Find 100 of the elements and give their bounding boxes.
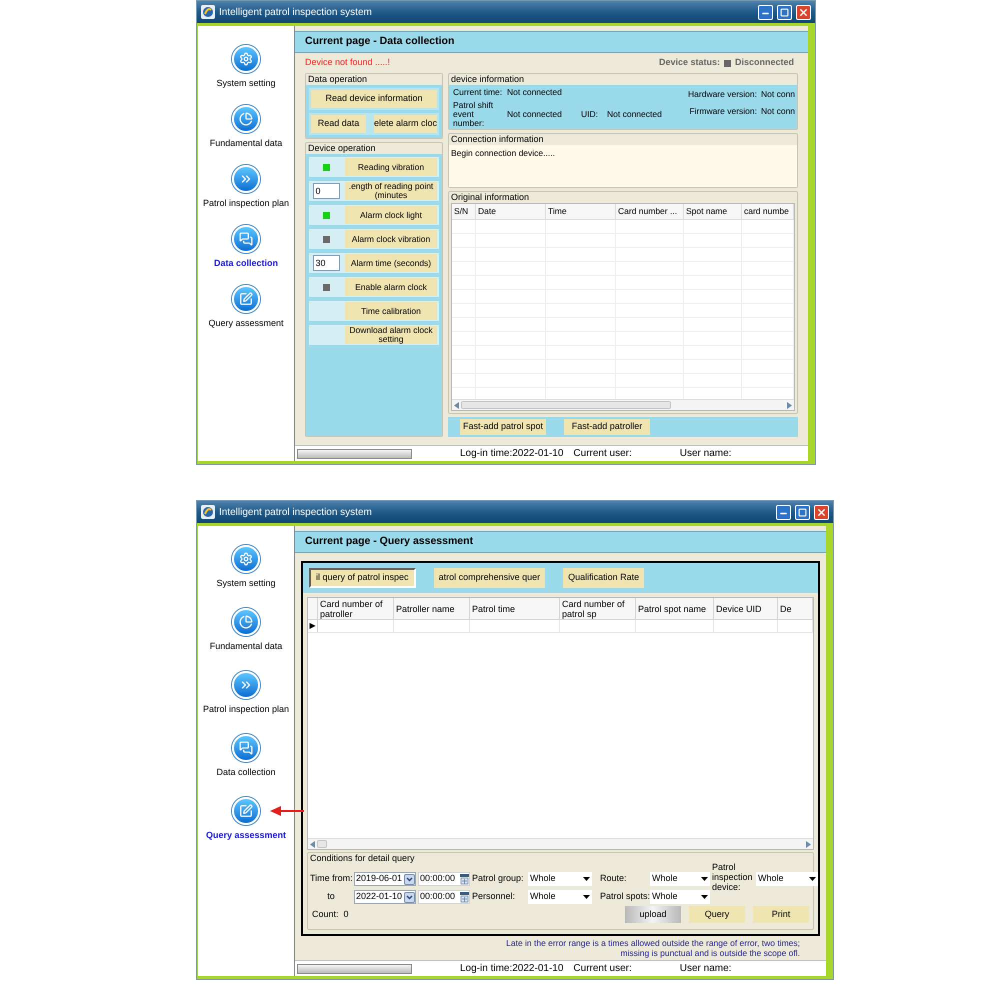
group-title: Conditions for detail query	[309, 853, 416, 864]
double-chevron-icon[interactable]	[232, 165, 260, 193]
close-button[interactable]	[814, 504, 829, 520]
record-count: Count: 0	[312, 908, 350, 921]
action-button[interactable]: upload	[625, 906, 681, 923]
maximize-button[interactable]	[795, 504, 810, 520]
chat-bubbles-icon[interactable]	[232, 225, 260, 253]
sidebar-item[interactable]: Fundamental data	[210, 640, 282, 652]
scroll-right-icon[interactable]	[787, 402, 792, 408]
current-user-label: Current user:	[573, 962, 632, 976]
column-header[interactable]: Device UID	[714, 598, 778, 619]
sidebar-item[interactable]: Data collection	[214, 257, 278, 269]
operation-button[interactable]: .ength of reading point (minutes	[345, 182, 437, 200]
dropdown-icon[interactable]	[404, 874, 415, 884]
date-field[interactable]: 2019-06-01	[354, 872, 416, 886]
time-field[interactable]: 00:00:00	[418, 872, 470, 886]
number-field[interactable]: 30	[312, 255, 340, 271]
operation-button[interactable]: Download alarm clock setting	[345, 326, 437, 344]
quick-add-button[interactable]: Fast-add patrol spot	[460, 419, 546, 435]
sidebar-item[interactable]: Patrol inspection plan	[202, 703, 290, 715]
chat-bubbles-icon[interactable]	[232, 734, 260, 762]
sidebar-item[interactable]: Query assessment	[206, 829, 286, 841]
sidebar-item[interactable]: Fundamental data	[210, 137, 282, 149]
delete-alarm-button[interactable]: elete alarm cloc	[374, 115, 437, 133]
column-header[interactable]: De	[778, 598, 813, 619]
operation-button[interactable]: Time calibration	[345, 302, 437, 320]
horizontal-scrollbar[interactable]	[308, 838, 813, 849]
column-header[interactable]: card numbe	[742, 204, 794, 219]
dropdown-icon[interactable]	[404, 892, 415, 902]
action-button[interactable]: Query	[689, 906, 745, 923]
scroll-thumb[interactable]	[317, 840, 327, 848]
column-header[interactable]: Date	[476, 204, 546, 219]
minimize-button[interactable]	[776, 504, 791, 520]
spin-icon[interactable]	[460, 892, 469, 902]
device-status-value: Disconnected	[734, 56, 794, 70]
minimize-button[interactable]	[758, 4, 773, 20]
action-button[interactable]: Print	[753, 906, 809, 923]
dropdown-select[interactable]: Whole	[650, 872, 710, 886]
sidebar-item[interactable]: System setting	[216, 577, 276, 589]
field-value: Not connected	[507, 108, 563, 121]
date-field[interactable]: 2022-01-10	[354, 890, 416, 904]
caret-icon	[583, 895, 590, 899]
caret-icon	[701, 877, 708, 881]
column-header[interactable]: Patrol time	[470, 598, 560, 619]
tab[interactable]: atrol comprehensive quer	[434, 568, 546, 588]
read-data-button[interactable]: Read data	[311, 115, 366, 133]
filter-label: Personnel:	[472, 890, 516, 904]
scroll-thumb[interactable]	[461, 401, 671, 409]
column-header[interactable]: S/N	[452, 204, 476, 219]
quick-add-button[interactable]: Fast-add patroller	[564, 419, 650, 435]
note-text: Late in the error range is a times allowed outside the range of error, two times; missing is punctual and is outside the scope ofl.	[505, 938, 800, 958]
dropdown-select[interactable]: Whole	[528, 890, 592, 904]
alert-message: Device not found .....!	[305, 56, 390, 70]
field-value: Not connected	[607, 108, 662, 121]
pen-square-icon[interactable]	[232, 285, 260, 313]
sidebar-item[interactable]: Data collection	[216, 766, 276, 778]
maximize-button[interactable]	[777, 4, 792, 20]
column-header[interactable]: Spot name	[684, 204, 742, 219]
number-field[interactable]: 0	[312, 183, 340, 199]
operation-button[interactable]: Enable alarm clock	[345, 278, 437, 296]
page-header: Current page - Query assessment	[295, 531, 826, 553]
group-title: Connection information	[450, 134, 545, 145]
gear-icon[interactable]	[232, 45, 260, 73]
horizontal-scrollbar[interactable]	[452, 399, 794, 410]
dropdown-select[interactable]: Whole	[756, 872, 818, 886]
scroll-right-icon[interactable]	[806, 840, 811, 848]
column-header[interactable]: Patroller name	[394, 598, 470, 619]
filter-label: Route:	[599, 872, 628, 886]
tab[interactable]: Qualification Rate	[563, 568, 644, 588]
column-header[interactable]: Card number of patrol sp	[560, 598, 636, 619]
gear-icon[interactable]	[232, 545, 260, 573]
read-device-info-button[interactable]: Read device information	[311, 90, 437, 108]
operation-button[interactable]: Alarm clock light	[345, 206, 437, 224]
sidebar-item[interactable]: Patrol inspection plan	[202, 197, 290, 209]
operation-button[interactable]: Alarm time (seconds)	[345, 254, 437, 272]
column-header[interactable]: Card number ...	[616, 204, 684, 219]
operation-button[interactable]: Reading vibration	[345, 158, 437, 176]
operation-button[interactable]: Alarm clock vibration	[345, 230, 437, 248]
pie-chart-icon[interactable]	[232, 608, 260, 636]
spin-icon[interactable]	[460, 874, 469, 884]
dropdown-select[interactable]: Whole	[650, 890, 710, 904]
sidebar-item[interactable]: Query assessment	[208, 317, 284, 329]
column-header[interactable]: Card number of patroller	[318, 598, 394, 619]
scroll-left-icon[interactable]	[454, 402, 459, 408]
scroll-left-icon[interactable]	[310, 840, 315, 848]
pie-chart-icon[interactable]	[232, 105, 260, 133]
connection-log: Begin connection device.....	[449, 145, 797, 187]
current-user-label: Current user:	[573, 447, 632, 461]
time-field[interactable]: 00:00:00	[418, 890, 470, 904]
sidebar-item[interactable]: System setting	[216, 77, 276, 89]
pen-square-icon[interactable]	[232, 797, 260, 825]
column-header[interactable]: Patrol spot name	[636, 598, 714, 619]
close-icon	[816, 506, 827, 518]
dropdown-select[interactable]: Whole	[528, 872, 592, 886]
close-button[interactable]	[796, 4, 811, 20]
device-status-label: Device status:	[658, 56, 720, 70]
column-header[interactable]: Time	[546, 204, 616, 219]
tab[interactable]: il query of patrol inspec	[309, 568, 416, 588]
double-chevron-icon[interactable]	[232, 671, 260, 699]
close-icon	[798, 6, 809, 18]
